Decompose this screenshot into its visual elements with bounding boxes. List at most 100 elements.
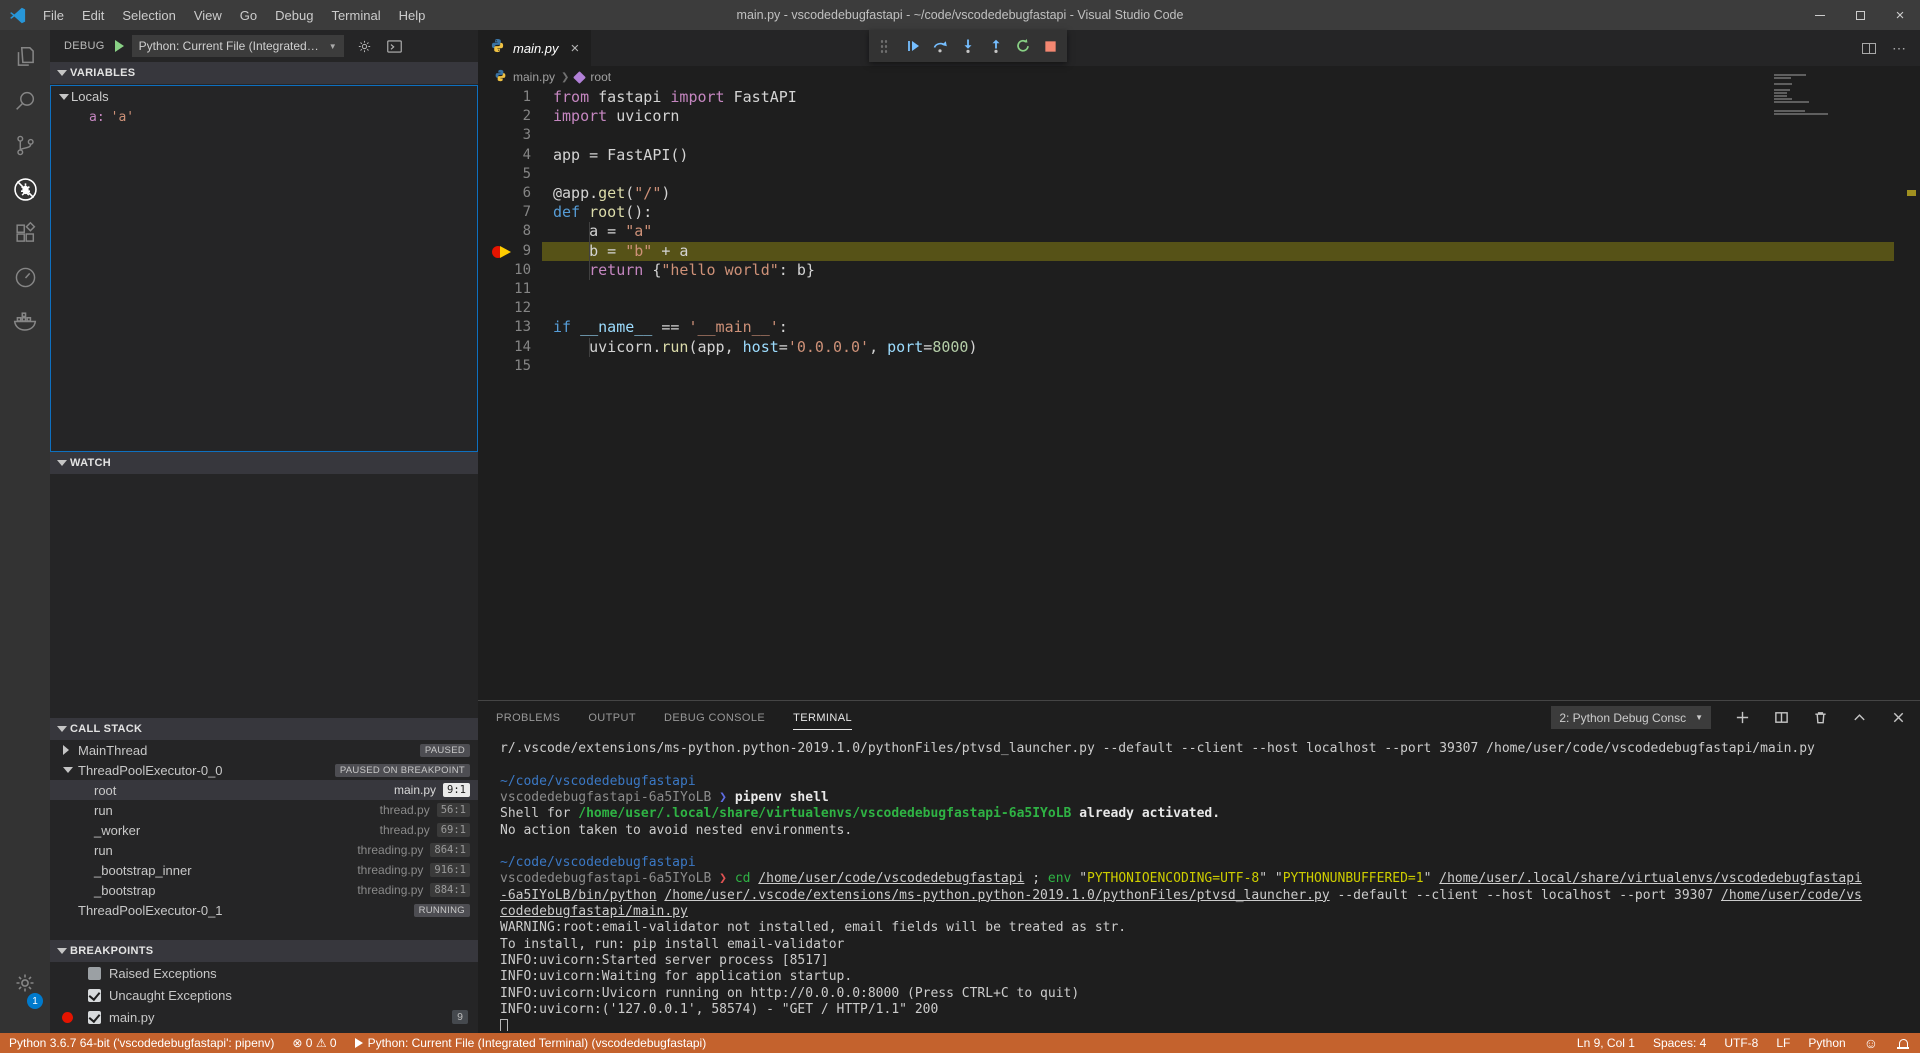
close-icon[interactable] [1891, 710, 1906, 725]
stack-frame-file: threading.py [357, 863, 430, 877]
menu-selection[interactable]: Selection [113, 8, 184, 23]
call-stack-row[interactable]: ThreadPoolExecutor-0_0PAUSED ON BREAKPOI… [50, 760, 478, 780]
stack-frame-label: _worker [94, 823, 140, 838]
menu-view[interactable]: View [185, 8, 231, 23]
variables-pane[interactable]: Locals a:'a' [50, 85, 478, 452]
window-controls: × [1800, 0, 1920, 30]
status-item[interactable]: ⊗ 0 ⚠ 0 [283, 1036, 345, 1050]
menu-file[interactable]: File [34, 8, 73, 23]
call-stack-row[interactable]: _bootstrap_innerthreading.py916:1 [50, 860, 478, 880]
section-header-variables[interactable]: VARIABLES [50, 62, 478, 84]
close-icon[interactable]: × [1880, 0, 1920, 30]
checkbox[interactable] [88, 967, 101, 980]
thread-state-badge: PAUSED [420, 744, 470, 757]
debug-console-icon[interactable] [385, 37, 404, 56]
status-item[interactable] [1887, 1039, 1920, 1047]
chevron-up-icon[interactable] [1852, 710, 1867, 725]
checkbox[interactable] [88, 989, 101, 1002]
status-item[interactable]: Python: Current File (Integrated Termina… [346, 1036, 716, 1050]
panel-tab-terminal[interactable]: TERMINAL [793, 708, 852, 728]
activity-source-control-icon[interactable] [0, 123, 50, 167]
activity-gauge-icon[interactable] [0, 255, 50, 299]
panel-tab-problems[interactable]: PROBLEMS [496, 708, 560, 728]
stop-icon[interactable] [1040, 34, 1061, 58]
activity-search-icon[interactable] [0, 79, 50, 123]
status-item[interactable]: LF [1767, 1036, 1799, 1050]
tab-main-py[interactable]: main.py × [478, 30, 591, 66]
terminal-line: INFO:uvicorn:Uvicorn running on http://0… [500, 986, 1079, 1002]
menu-terminal[interactable]: Terminal [322, 8, 389, 23]
menu-debug[interactable]: Debug [266, 8, 322, 23]
line-number: 11 [478, 280, 531, 299]
activity-debug-icon[interactable] [0, 167, 50, 211]
call-stack-row[interactable]: _workerthread.py69:1 [50, 820, 478, 840]
stack-frame-line-badge: 9:1 [443, 783, 470, 797]
call-stack-row[interactable]: runthread.py56:1 [50, 800, 478, 820]
breakpoint-row[interactable]: Raised Exceptions [50, 962, 478, 984]
scope-row-locals[interactable]: Locals [51, 86, 477, 107]
panel-tab-output[interactable]: OUTPUT [588, 708, 636, 728]
call-stack-row[interactable]: _bootstrapthreading.py884:1 [50, 880, 478, 900]
panel-tab-debug-console[interactable]: DEBUG CONSOLE [664, 708, 765, 728]
section-title: CALL STACK [70, 723, 142, 735]
menu-go[interactable]: Go [231, 8, 266, 23]
terminal-line: INFO:uvicorn:Started server process [851… [500, 953, 829, 969]
breakpoint-label: main.py [109, 1010, 155, 1025]
section-header-call-stack[interactable]: CALL STACK [50, 718, 478, 740]
step-out-icon[interactable] [985, 34, 1006, 58]
terminal-content[interactable]: r/.vscode/extensions/ms-python.python-20… [500, 741, 1912, 1031]
breakpoint-row[interactable]: main.py9 [50, 1006, 478, 1028]
variable-row[interactable]: a:'a' [51, 107, 477, 128]
status-item[interactable]: UTF-8 [1715, 1036, 1767, 1050]
start-debug-icon[interactable] [115, 40, 124, 52]
call-stack-row[interactable]: MainThreadPAUSED [50, 740, 478, 760]
tab-close-icon[interactable]: × [571, 40, 580, 57]
call-stack-row[interactable]: ThreadPoolExecutor-0_1RUNNING [50, 900, 478, 920]
minimize-icon[interactable] [1800, 0, 1840, 30]
menu-edit[interactable]: Edit [73, 8, 113, 23]
activity-docker-icon[interactable] [0, 299, 50, 343]
breadcrumb-symbol[interactable]: root [590, 70, 611, 84]
terminal-selector[interactable]: 2: Python Debug Consc ▼ [1551, 706, 1711, 729]
status-item[interactable]: ☺ [1855, 1035, 1887, 1051]
menu-bar-items: FileEditSelectionViewGoDebugTerminalHelp [34, 8, 434, 23]
terminal-selector-value: 2: Python Debug Consc [1559, 711, 1686, 725]
menu-help[interactable]: Help [390, 8, 435, 23]
twistie-icon [63, 767, 73, 773]
restart-icon[interactable] [1013, 34, 1034, 58]
debug-config-dropdown[interactable]: Python: Current File (Integrated Termina… [132, 35, 344, 57]
settings-badge: 1 [27, 993, 43, 1009]
call-stack-row[interactable]: rootmain.py9:1 [50, 780, 478, 800]
step-over-icon[interactable] [930, 34, 951, 58]
split-editor-icon[interactable] [1862, 43, 1876, 54]
step-into-icon[interactable] [958, 34, 979, 58]
panel-action-icons [1735, 710, 1906, 725]
activity-extensions-icon[interactable] [0, 211, 50, 255]
breadcrumb-file[interactable]: main.py [513, 70, 555, 84]
overview-ruler-mark [1907, 190, 1916, 196]
breadcrumb[interactable]: main.py ❯ root [478, 66, 611, 88]
configure-gear-icon[interactable] [356, 38, 373, 55]
checkbox[interactable] [88, 1011, 101, 1024]
indent-guide [589, 338, 590, 357]
trash-icon[interactable] [1813, 710, 1828, 725]
breakpoint-row[interactable]: Uncaught Exceptions [50, 984, 478, 1006]
status-item[interactable]: Python [1799, 1036, 1854, 1050]
stack-frame-label: run [94, 843, 113, 858]
status-item[interactable]: Ln 9, Col 1 [1568, 1036, 1644, 1050]
call-stack-row[interactable]: runthreading.py864:1 [50, 840, 478, 860]
code-editor[interactable]: 1from fastapi import FastAPI2import uvic… [478, 88, 1920, 700]
terminal-line: vscodedebugfastapi-6a5IYoLB ❯ cd /home/u… [500, 871, 1862, 887]
plus-icon[interactable] [1735, 710, 1750, 725]
section-header-breakpoints[interactable]: BREAKPOINTS [50, 940, 478, 962]
activity-explorer-icon[interactable] [0, 35, 50, 79]
maximize-icon[interactable] [1840, 0, 1880, 30]
split-icon[interactable] [1774, 710, 1789, 725]
minimap[interactable] [1772, 74, 1832, 122]
status-item[interactable]: Python 3.6.7 64-bit ('vscodedebugfastapi… [0, 1036, 283, 1050]
menu-bar: FileEditSelectionViewGoDebugTerminalHelp… [0, 0, 1920, 30]
section-header-watch[interactable]: WATCH [50, 452, 478, 474]
status-item[interactable]: Spaces: 4 [1644, 1036, 1715, 1050]
twistie-icon [57, 726, 67, 732]
continue-icon[interactable] [903, 34, 924, 58]
